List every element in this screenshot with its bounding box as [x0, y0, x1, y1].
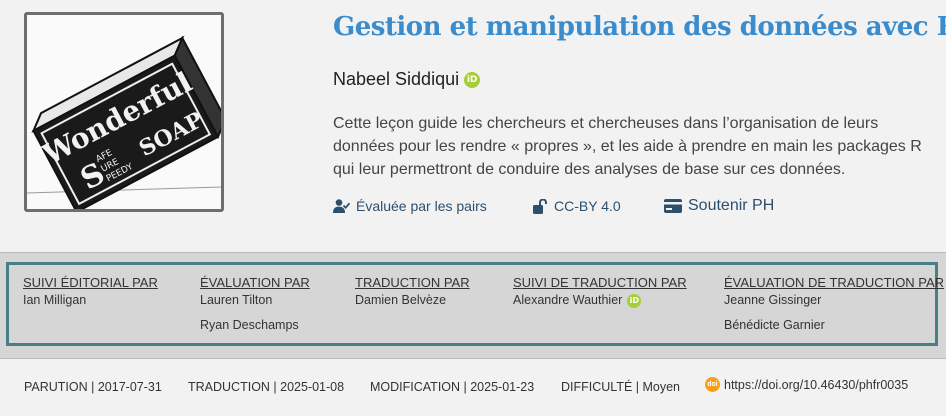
credit-name[interactable]: Ryan Deschamps [200, 317, 310, 334]
published-date: PARUTION | 2017-07-31 [24, 380, 162, 394]
credit-column-editor: SUIVI ÉDITORIAL PAR Ian Milligan [23, 275, 158, 317]
support-label: Soutenir PH [688, 197, 775, 214]
credit-name-text: Jeanne Gissinger [724, 293, 822, 307]
credit-name[interactable]: Jeanne Gissinger [724, 292, 944, 309]
lesson-metadata: PARUTION | 2017-07-31 TRADUCTION | 2025-… [0, 360, 946, 416]
credit-name[interactable]: Damien Belvèze [355, 292, 470, 309]
doi-icon: doi [705, 377, 720, 392]
credit-heading: ÉVALUATION DE TRADUCTION PAR [724, 275, 945, 290]
credit-heading: TRADUCTION PAR [355, 275, 470, 290]
credit-name-text: Alexandre Wauthier [513, 293, 623, 307]
doi-url: https://doi.org/10.46430/phfr0035 [724, 377, 909, 392]
peer-review-link[interactable]: Évaluée par les pairs [333, 198, 533, 214]
credit-name[interactable]: Alexandre Wauthier iD [513, 292, 687, 309]
credit-name[interactable]: Bénédicte Garnier [724, 317, 944, 334]
lesson-badges: Évaluée par les pairs CC-BY 4.0 Soutenir… [333, 197, 774, 215]
credit-heading: ÉVALUATION PAR [200, 275, 310, 290]
page-title: Gestion et manipulation des données avec… [333, 12, 946, 42]
orcid-icon[interactable]: iD [627, 293, 642, 308]
credit-column-translation-editor: SUIVI DE TRADUCTION PAR Alexandre Wauthi… [513, 275, 687, 317]
credit-heading: SUIVI DE TRADUCTION PAR [513, 275, 687, 290]
credit-card-icon [664, 199, 682, 213]
credit-name-text: Ian Milligan [23, 293, 87, 307]
license-label: CC-BY 4.0 [554, 198, 621, 214]
unlock-icon [533, 198, 548, 214]
credit-name[interactable]: Ian Milligan [23, 292, 158, 309]
credit-column-translation-reviewers: ÉVALUATION DE TRADUCTION PAR Jeanne Giss… [724, 275, 944, 342]
lesson-header: Wonderful S AFE URE PEEDY SOAP Gestion e… [0, 0, 946, 252]
author: Nabeel Siddiqui iD [333, 69, 481, 90]
lesson-thumbnail: Wonderful S AFE URE PEEDY SOAP [24, 12, 224, 212]
support-link[interactable]: Soutenir PH [664, 197, 774, 215]
orcid-icon[interactable]: iD [464, 71, 481, 88]
credit-column-reviewers: ÉVALUATION PAR Lauren Tilton Ryan Descha… [200, 275, 310, 342]
credits-box: SUIVI ÉDITORIAL PAR Ian Milligan ÉVALUAT… [6, 262, 944, 346]
lesson-abstract: Cette leçon guide les chercheurs et cher… [333, 115, 922, 178]
doi-link[interactable]: doi https://doi.org/10.46430/phfr0035 [705, 377, 908, 392]
credit-column-translator: TRADUCTION PAR Damien Belvèze [355, 275, 470, 317]
credit-name-text: Damien Belvèze [355, 293, 447, 307]
credit-name-text: Bénédicte Garnier [724, 318, 825, 332]
credit-name[interactable]: Lauren Tilton [200, 292, 310, 309]
user-check-icon [333, 199, 350, 213]
modified-date: MODIFICATION | 2025-01-23 [370, 380, 535, 394]
peer-review-label: Évaluée par les pairs [356, 198, 487, 214]
credit-name-text: Ryan Deschamps [200, 318, 299, 332]
credits-band: SUIVI ÉDITORIAL PAR Ian Milligan ÉVALUAT… [0, 252, 946, 359]
translated-date: TRADUCTION | 2025-01-08 [188, 380, 345, 394]
credit-name-text: Lauren Tilton [200, 293, 273, 307]
author-name: Nabeel Siddiqui [333, 69, 460, 89]
difficulty: DIFFICULTÉ | Moyen [561, 380, 681, 394]
credit-heading: SUIVI ÉDITORIAL PAR [23, 275, 158, 290]
license-link[interactable]: CC-BY 4.0 [533, 198, 664, 214]
